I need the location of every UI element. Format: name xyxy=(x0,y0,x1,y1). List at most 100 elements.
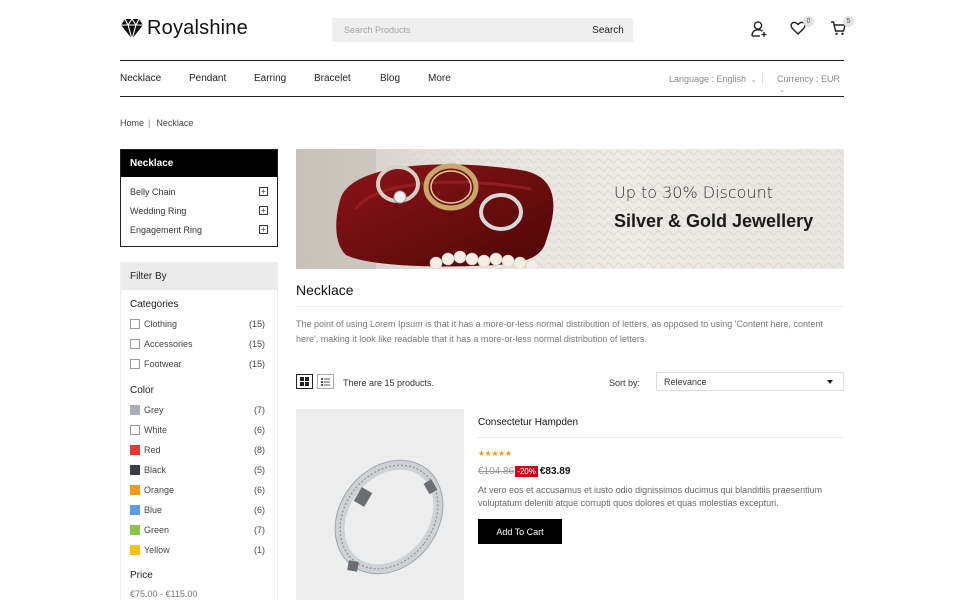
nav-item-more[interactable]: More xyxy=(428,73,451,84)
language-selector[interactable]: Language : English ⌄ xyxy=(669,74,756,84)
divider xyxy=(478,437,844,438)
search-input[interactable] xyxy=(332,18,583,42)
checkbox[interactable] xyxy=(130,359,140,369)
category-filter-row[interactable]: Accessories (15) xyxy=(130,339,265,351)
filter-label: Orange xyxy=(144,485,175,495)
color-filter-row[interactable]: Yellow (1) xyxy=(130,545,265,557)
promo-banner[interactable]: Up to 30% Discount Silver & Gold Jewelle… xyxy=(296,149,844,269)
color-filter-row[interactable]: Green (7) xyxy=(130,525,265,537)
rating-stars: ★★★★★ xyxy=(478,449,512,458)
color-swatch[interactable] xyxy=(130,545,140,555)
wishlist-icon[interactable]: 0 xyxy=(790,16,814,38)
sort-value: Relevance xyxy=(664,377,707,387)
color-filter-row[interactable]: White (6) xyxy=(130,425,265,437)
filter-count: (6) xyxy=(254,485,265,495)
categories-heading: Categories xyxy=(130,299,179,310)
category-title: Necklace xyxy=(121,150,277,177)
subcategory-label: Engagement Ring xyxy=(130,225,203,235)
subcategory-item[interactable]: Wedding Ring + xyxy=(130,206,268,216)
product-count: There are 15 products. xyxy=(343,378,435,388)
nav-item-earring[interactable]: Earring xyxy=(254,73,286,84)
checkbox[interactable] xyxy=(130,319,140,329)
category-filter-row[interactable]: Clothing (15) xyxy=(130,319,265,331)
divider xyxy=(296,306,844,307)
filter-count: (15) xyxy=(248,359,265,369)
filter-label: Footwear xyxy=(144,359,182,369)
breadcrumb-current: Necklace xyxy=(156,118,194,128)
price-row: €104.86 -20% €83.89 xyxy=(478,466,570,477)
plus-icon[interactable]: + xyxy=(259,187,268,196)
nav-item-pendant[interactable]: Pendant xyxy=(189,73,226,84)
header: Royalshine Search 0 5 xyxy=(0,0,965,60)
sort-label: Sort by: xyxy=(609,378,641,388)
divider xyxy=(762,72,763,84)
color-swatch[interactable] xyxy=(130,485,140,495)
color-swatch[interactable] xyxy=(130,465,140,475)
filter-count: (6) xyxy=(254,505,265,515)
diamond-icon xyxy=(121,17,143,40)
checkbox[interactable] xyxy=(130,339,140,349)
subcategory-label: Wedding Ring xyxy=(130,206,187,216)
breadcrumb: Home | Necklace xyxy=(120,118,193,128)
page-title: Necklace xyxy=(296,282,354,298)
brand-name: Royalshine xyxy=(147,17,248,39)
product-name[interactable]: Consectetur Hampden xyxy=(478,417,578,428)
rings-image xyxy=(296,149,844,269)
banner-title: Silver & Gold Jewellery xyxy=(614,211,814,231)
price-range: €75.00 - €115.00 xyxy=(130,589,265,600)
filter-title: Filter By xyxy=(121,263,277,290)
plus-icon[interactable]: + xyxy=(259,206,268,215)
color-filter-row[interactable]: Blue (6) xyxy=(130,505,265,517)
old-price: €104.86 xyxy=(478,466,515,477)
plus-icon[interactable]: + xyxy=(259,225,268,234)
filter-label: Black xyxy=(144,465,167,475)
chevron-down-icon: ⌄ xyxy=(750,77,757,84)
filter-count: (1) xyxy=(254,545,265,555)
breadcrumb-separator: | xyxy=(148,118,151,128)
product-description: At vero eos et accusamus et iusto odio d… xyxy=(478,485,823,508)
currency-label: Currency : EUR xyxy=(777,74,841,84)
list-view-icon[interactable] xyxy=(317,374,334,389)
filter-count: (6) xyxy=(254,425,265,435)
color-heading: Color xyxy=(130,385,154,396)
main-nav: Necklace Pendant Earring Bracelet Blog M… xyxy=(120,60,844,97)
color-filter-row[interactable]: Black (5) xyxy=(130,465,265,477)
filter-label: Red xyxy=(144,445,161,455)
filter-panel: Filter By Categories Clothing (15) Acces… xyxy=(120,262,278,600)
add-to-cart-button[interactable]: Add To Cart xyxy=(478,519,562,544)
nav-item-bracelet[interactable]: Bracelet xyxy=(314,73,351,84)
color-filter-row[interactable]: Red (8) xyxy=(130,445,265,457)
category-filter-row[interactable]: Footwear (15) xyxy=(130,359,265,371)
filter-label: Yellow xyxy=(144,545,170,555)
search-button[interactable]: Search xyxy=(583,18,633,42)
color-swatch[interactable] xyxy=(130,445,140,455)
subcategory-item[interactable]: Belly Chain + xyxy=(130,187,268,197)
banner-offer: Up to 30% Discount xyxy=(614,183,773,202)
price-range-value: €75.00 - €115.00 xyxy=(130,589,198,599)
filter-count: (8) xyxy=(254,445,265,455)
color-swatch[interactable] xyxy=(130,505,140,515)
color-swatch[interactable] xyxy=(130,405,140,415)
grid-view-icon[interactable] xyxy=(296,374,313,389)
filter-label: Blue xyxy=(144,505,163,515)
color-swatch[interactable] xyxy=(130,425,140,435)
filter-label: White xyxy=(144,425,168,435)
current-price: €83.89 xyxy=(539,466,571,477)
product-toolbar: There are 15 products. Sort by: Relevanc… xyxy=(296,372,844,392)
nav-item-blog[interactable]: Blog xyxy=(380,73,400,84)
breadcrumb-home[interactable]: Home xyxy=(120,118,144,128)
nav-item-necklace[interactable]: Necklace xyxy=(120,73,161,84)
filter-label: Clothing xyxy=(144,319,178,329)
color-filter-row[interactable]: Grey (7) xyxy=(130,405,265,417)
account-icon[interactable] xyxy=(750,20,768,38)
color-filter-row[interactable]: Orange (6) xyxy=(130,485,265,497)
product-image[interactable] xyxy=(296,409,464,600)
currency-selector[interactable]: Currency : EUR ⌄ xyxy=(777,74,844,94)
sort-select[interactable]: Relevance xyxy=(656,372,844,391)
color-swatch[interactable] xyxy=(130,525,140,535)
caret-down-icon xyxy=(827,380,833,384)
wishlist-count-badge: 0 xyxy=(803,16,814,27)
logo[interactable]: Royalshine xyxy=(120,17,248,40)
subcategory-item[interactable]: Engagement Ring + xyxy=(130,225,268,235)
cart-icon[interactable]: 5 xyxy=(830,16,854,38)
